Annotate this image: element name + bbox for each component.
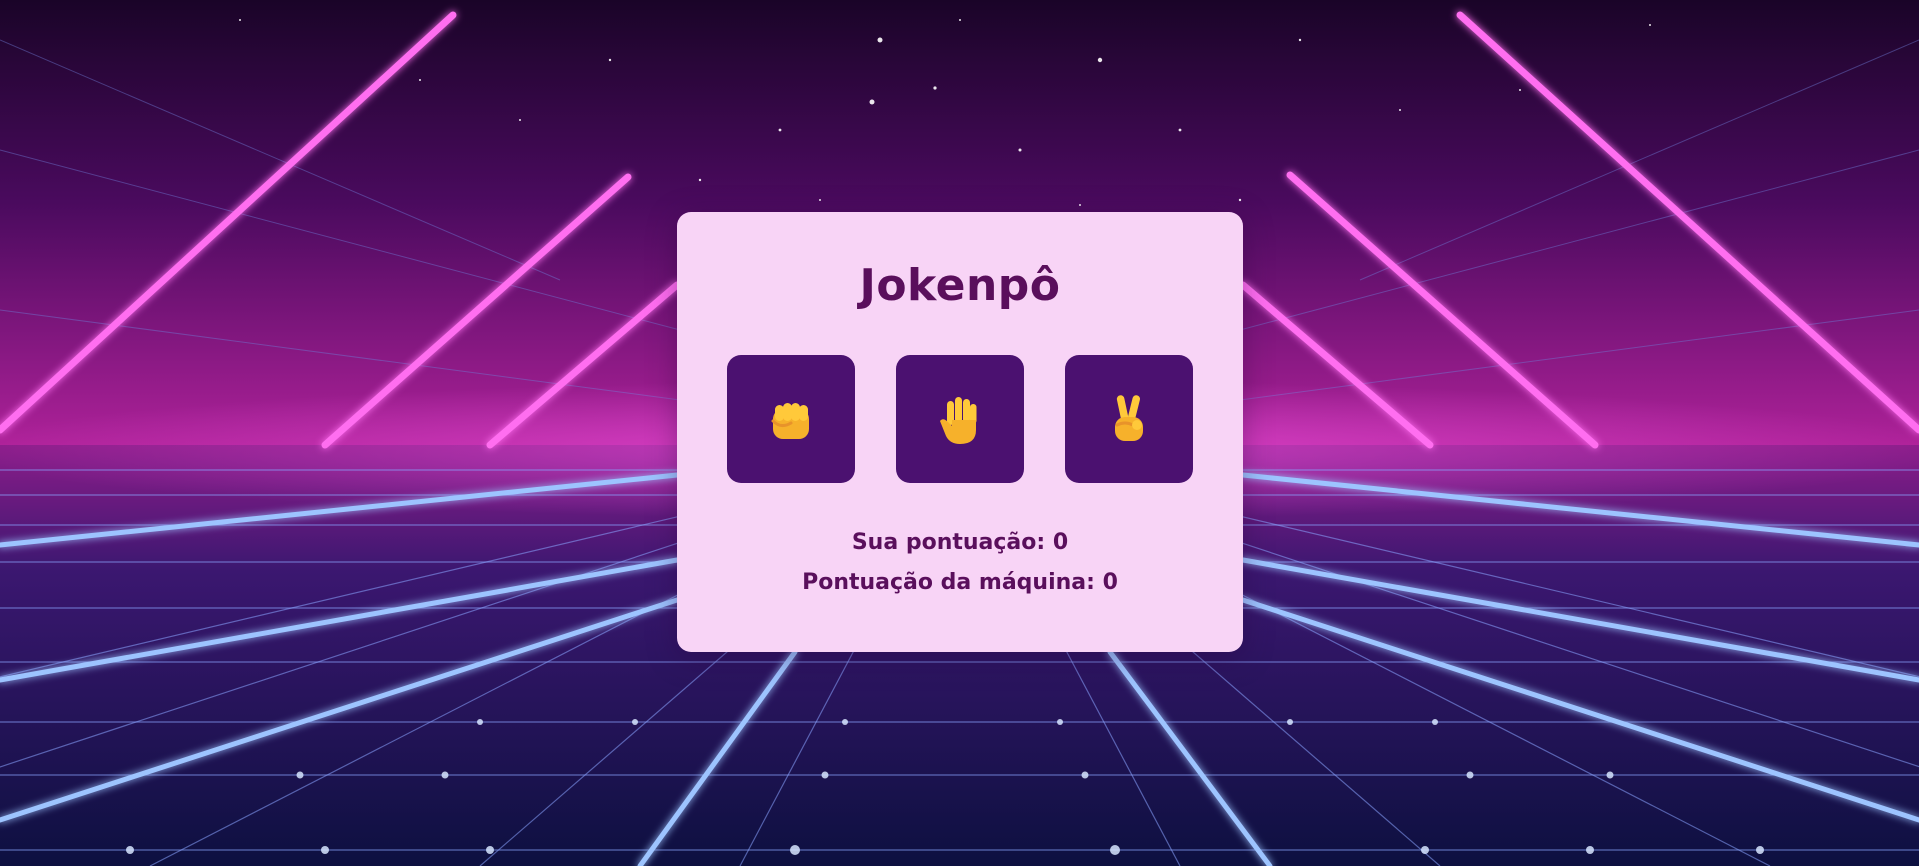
scoreboard: Sua pontuação: 0 Pontuação da máquina: 0 bbox=[677, 523, 1243, 603]
choice-buttons bbox=[727, 355, 1193, 483]
player-score-label: Sua pontuação: bbox=[851, 530, 1053, 555]
player-score-value: 0 bbox=[1052, 530, 1069, 555]
game-title: Jokenpô bbox=[859, 260, 1061, 311]
open-hand-icon bbox=[940, 397, 977, 444]
paper-button[interactable] bbox=[896, 355, 1024, 483]
machine-score: Pontuação da máquina: 0 bbox=[677, 563, 1243, 603]
player-score: Sua pontuação: 0 bbox=[677, 523, 1243, 563]
fist-icon bbox=[771, 403, 809, 439]
machine-score-value: 0 bbox=[1102, 570, 1118, 595]
game-card: Jokenpô Sua pontuação: 0 Pontuação da má… bbox=[677, 212, 1243, 652]
scissors-button[interactable] bbox=[1065, 355, 1193, 483]
machine-score-label: Pontuação da máquina: bbox=[802, 570, 1103, 595]
rock-button[interactable] bbox=[727, 355, 855, 483]
victory-hand-icon bbox=[1115, 395, 1143, 441]
